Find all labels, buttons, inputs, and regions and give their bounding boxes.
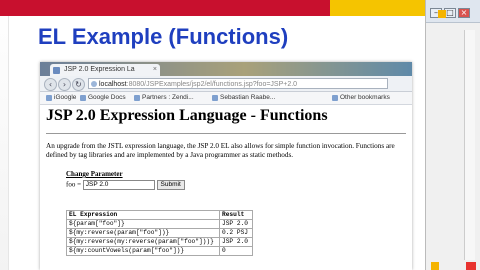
result-cell: JSP 2.0 bbox=[219, 237, 253, 247]
field-label: foo = bbox=[66, 180, 82, 189]
table-header-row: EL Expression Result bbox=[66, 210, 253, 220]
tab-title: JSP 2.0 Expression La bbox=[64, 66, 135, 73]
result-cell: 0 bbox=[219, 246, 253, 256]
reload-icon[interactable]: ↻ bbox=[72, 78, 85, 91]
tab-close-icon[interactable]: × bbox=[153, 64, 157, 76]
form-label: Change Parameter bbox=[66, 170, 123, 178]
forward-icon[interactable]: › bbox=[58, 78, 71, 91]
slide-title: EL Example (Functions) bbox=[38, 24, 289, 49]
expression-cell: ${my:reverse(my:reverse(param["foo"]))} bbox=[66, 237, 220, 247]
divider bbox=[46, 133, 406, 134]
page-favicon-icon bbox=[53, 67, 60, 74]
submit-button[interactable]: Submit bbox=[156, 180, 185, 190]
side-marker bbox=[438, 10, 446, 18]
back-icon[interactable]: ‹ bbox=[44, 78, 57, 91]
side-scrollbar[interactable] bbox=[464, 30, 475, 260]
table-row: ${my:reverse(my:reverse(param["foo"]))} … bbox=[66, 237, 253, 247]
slide-yellow-band bbox=[330, 0, 425, 16]
table-row: ${param["foo"]} JSP 2.0 bbox=[66, 219, 253, 229]
side-window: – □ × bbox=[425, 0, 480, 270]
browser-tab[interactable]: JSP 2.0 Expression La × bbox=[50, 64, 160, 76]
expression-cell: ${my:countVowels(param["foo"])} bbox=[66, 246, 220, 256]
table-row: ${my:reverse(param["foo"])} 0.2 PSJ bbox=[66, 228, 253, 238]
slide-red-band bbox=[0, 0, 330, 16]
result-cell: JSP 2.0 bbox=[219, 219, 253, 229]
results-table: EL Expression Result ${param["foo"]} JSP… bbox=[66, 210, 253, 256]
globe-icon bbox=[91, 81, 97, 87]
column-header: EL Expression bbox=[66, 210, 220, 220]
side-marker bbox=[431, 262, 439, 270]
browser-window: JSP 2.0 Expression La × ‹ › ↻ localhost:… bbox=[40, 62, 412, 270]
change-parameter-form: Change Parameter foo = JSP 2.0 Submit bbox=[66, 170, 185, 190]
page-heading: JSP 2.0 Expression Language - Functions bbox=[46, 107, 328, 124]
intro-text: An upgrade from the JSTL expression lang… bbox=[46, 142, 395, 159]
slide-left-margin bbox=[0, 0, 9, 270]
column-header: Result bbox=[219, 210, 253, 220]
result-cell: 0.2 PSJ bbox=[219, 228, 253, 238]
page-content: JSP 2.0 Expression Language - Functions … bbox=[40, 103, 412, 270]
side-marker bbox=[466, 262, 476, 270]
expression-cell: ${param["foo"]} bbox=[66, 219, 220, 229]
close-icon[interactable]: × bbox=[458, 8, 470, 18]
address-bar[interactable]: localhost:8080/JSPExamples/jsp2/el/funct… bbox=[88, 78, 388, 89]
foo-input[interactable]: JSP 2.0 bbox=[82, 180, 155, 190]
browser-toolbar: ‹ › ↻ localhost:8080/JSPExamples/jsp2/el… bbox=[40, 76, 412, 92]
address-host: localhost bbox=[99, 81, 127, 88]
address-path: :8080/JSPExamples/jsp2/el/functions.jsp?… bbox=[126, 81, 298, 88]
side-window-titlebar: – □ × bbox=[426, 0, 480, 23]
table-row: ${my:countVowels(param["foo"])} 0 bbox=[66, 246, 253, 256]
browser-titlebar: JSP 2.0 Expression La × bbox=[40, 62, 412, 76]
expression-cell: ${my:reverse(param["foo"])} bbox=[66, 228, 220, 238]
